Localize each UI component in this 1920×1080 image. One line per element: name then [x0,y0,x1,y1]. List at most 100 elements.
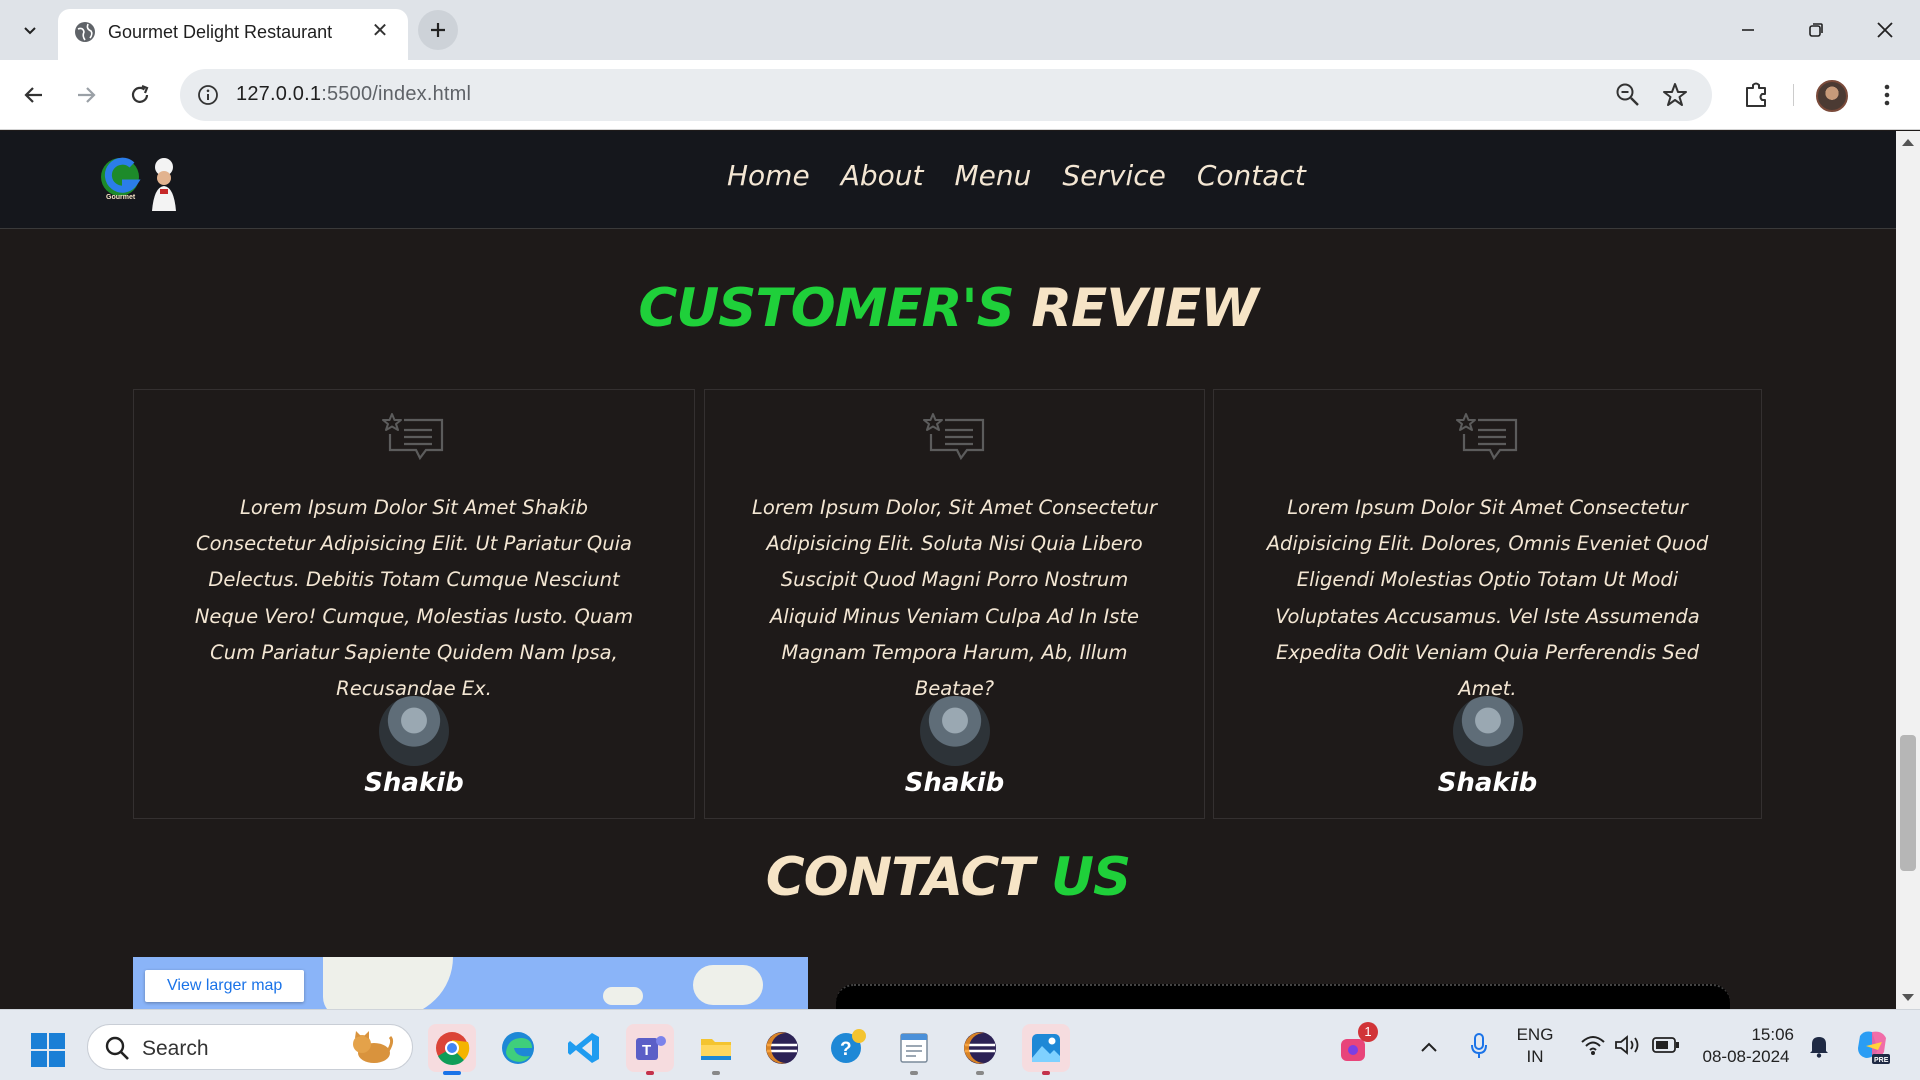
notification-indicator [1042,1071,1050,1075]
edge-icon [502,1032,534,1064]
plus-icon [431,23,445,37]
review-text: Lorem Ipsum Dolor Sit Amet Shakib Consec… [194,496,634,701]
wifi-icon[interactable] [1580,1034,1606,1056]
new-tab-button[interactable] [418,10,458,50]
reviewer-name: Shakib [904,768,1005,798]
nav-service[interactable]: Service [1062,159,1165,192]
extensions-icon[interactable] [1738,77,1774,113]
zoom-icon[interactable] [1614,81,1642,109]
taskbar-search[interactable]: Search [87,1024,413,1070]
active-tab[interactable]: Gourmet Delight Restaurant ✕ [58,9,408,60]
reviewer-avatar [379,696,449,766]
reviewer-avatar [1452,696,1523,766]
address-bar[interactable]: 127.0.0.1:5500/index.html [180,69,1712,121]
minimize-button[interactable] [1725,10,1771,50]
copilot-icon[interactable]: PRE [1852,1026,1892,1066]
scroll-up-arrow[interactable] [1902,139,1914,146]
taskbar-teams[interactable]: T [626,1024,674,1075]
windows-start-icon[interactable] [30,1032,66,1068]
reload-icon [131,84,149,103]
back-button[interactable] [14,75,54,115]
tab-title: Gourmet Delight Restaurant [108,22,333,42]
view-larger-map-button[interactable]: View larger map [145,970,305,1002]
globe-icon [75,22,95,42]
system-clock[interactable]: 15:06 08-08-2024 [1696,1024,1796,1068]
review-chat-icon [922,413,984,461]
taskbar-vscode[interactable] [560,1024,608,1072]
notification-badge: 1 [1358,1022,1378,1042]
reviews-heading-part1: CUSTOMER'S [638,278,1014,339]
url-text[interactable]: 127.0.0.1:5500/index.html [236,83,471,106]
contact-heading-part1: CONTACT [765,847,1035,908]
bookmark-star-icon[interactable] [1660,80,1690,110]
nav-contact[interactable]: Contact [1197,159,1306,192]
page-scrollbar[interactable] [1896,131,1920,1009]
taskbar-help[interactable]: ? [824,1024,872,1072]
lang-code: ENG [1516,1025,1554,1044]
tab-close-icon[interactable]: ✕ [368,19,392,43]
taskbar-eclipse[interactable] [758,1024,806,1072]
open-indicator [712,1071,720,1075]
url-host: 127.0.0.1 [236,83,322,105]
gourmet-logo[interactable]: Gourmet [96,151,186,211]
info-icon [198,85,218,105]
taskbar-file-explorer[interactable] [692,1024,740,1075]
taskbar-photos[interactable] [1022,1024,1070,1075]
nav-home[interactable]: Home [727,159,810,192]
review-card: Lorem Ipsum Dolor Sit Amet Consectetur A… [1213,389,1762,819]
review-chat-icon [382,413,444,461]
site-info-button[interactable] [194,81,222,109]
cat-highlight-icon [353,1031,394,1063]
page-viewport: Gourmet Home About Menu Service Contact … [0,131,1896,1009]
browser-toolbar: 127.0.0.1:5500/index.html [0,60,1920,130]
search-icon [105,1036,129,1060]
clock-date: 08-08-2024 [1702,1047,1790,1066]
folder-icon [701,1039,731,1060]
open-indicator [976,1071,984,1075]
reviewer-name: Shakib [1437,768,1538,798]
tab-search-button[interactable] [14,14,46,46]
taskbar-notepad[interactable] [890,1024,938,1075]
reload-button[interactable] [120,75,160,115]
scroll-thumb[interactable] [1900,735,1916,871]
input-language[interactable]: ENG IN [1510,1024,1560,1068]
nav-about[interactable]: About [841,159,924,192]
taskbar-eclipse-2[interactable] [956,1024,1004,1075]
photos-icon [1032,1034,1060,1062]
main-nav: Home About Menu Service Contact [727,159,1337,192]
google-map[interactable]: View larger map [133,957,808,1009]
map-land [323,957,453,1009]
teams-icon: T [636,1036,666,1060]
open-indicator [910,1071,918,1075]
notification-bell-icon[interactable] [1808,1034,1830,1058]
nav-menu[interactable]: Menu [954,159,1031,192]
contact-heading-part2: US [1051,847,1131,908]
reviews-heading: CUSTOMER'S REVIEW [0,278,1896,339]
map-land [603,987,643,1005]
battery-icon[interactable] [1652,1036,1680,1054]
microphone-icon[interactable] [1469,1032,1489,1060]
restore-button[interactable] [1793,10,1839,50]
logo-text: Gourmet [106,194,136,201]
volume-icon[interactable] [1614,1034,1642,1056]
toolbar-separator [1793,84,1794,106]
taskbar-edge[interactable] [494,1024,542,1072]
browser-tab-bar: Gourmet Delight Restaurant ✕ [0,0,1920,60]
url-path: :5500/index.html [321,83,472,105]
forward-button[interactable] [66,75,106,115]
chevron-up-icon[interactable] [1419,1040,1439,1054]
scroll-down-arrow[interactable] [1902,994,1914,1001]
windows-taskbar: Search T ? 1 ENG IN 15:06 08-08-2024 PRE [0,1009,1920,1080]
profile-avatar[interactable] [1816,80,1848,112]
eclipse-icon [964,1032,996,1064]
browser-menu-button[interactable] [1872,80,1902,110]
map-land [693,965,763,1005]
close-window-button[interactable] [1862,10,1908,50]
tray-copilot-app[interactable]: 1 [1330,1022,1378,1072]
close-icon [1877,22,1893,38]
search-label: Search [142,1037,209,1060]
chevron-down-icon [24,27,36,35]
notification-indicator [646,1071,654,1075]
taskbar-chrome[interactable] [428,1024,476,1075]
contact-heading: CONTACT US [0,847,1896,908]
